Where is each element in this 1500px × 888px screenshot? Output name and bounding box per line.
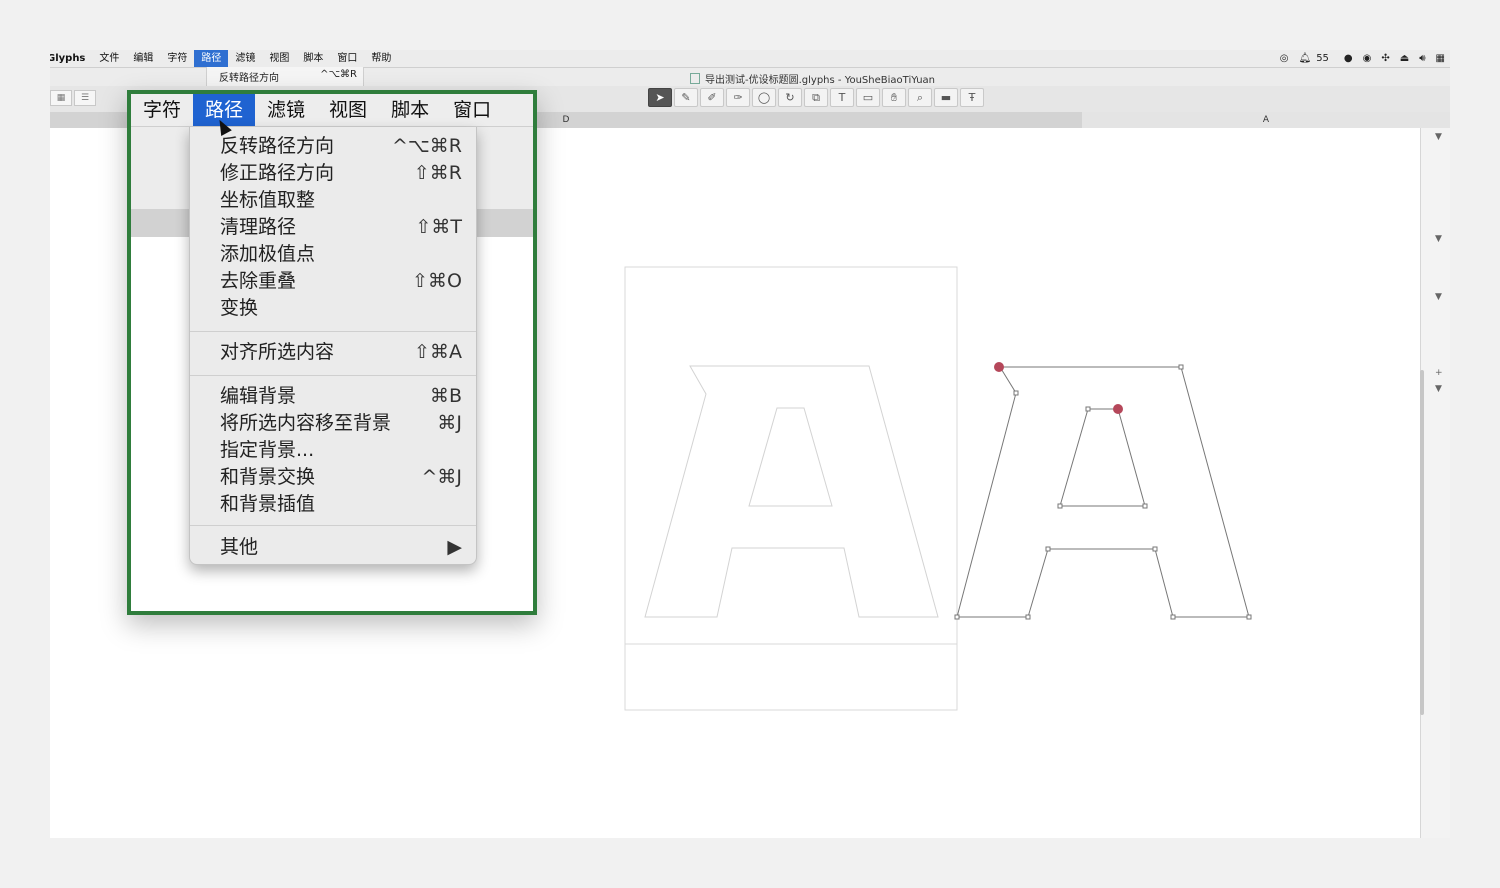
- zoom-menu-filter[interactable]: 滤镜: [255, 94, 317, 126]
- ellipse-icon[interactable]: ◯: [752, 88, 776, 107]
- input-method-icon[interactable]: ▦: [1436, 53, 1445, 64]
- notification-count: 55: [1316, 53, 1329, 64]
- menu-item-correct-path[interactable]: 修正路径方向 ⇧⌘R: [220, 160, 462, 187]
- menu-edit[interactable]: 编辑: [126, 50, 160, 67]
- scroll-thumb[interactable]: [1420, 370, 1424, 715]
- menu-item-transform[interactable]: 变换: [220, 295, 462, 322]
- menu-window[interactable]: 窗口: [330, 50, 364, 67]
- measure-icon[interactable]: ▬: [934, 88, 958, 107]
- path-nodes[interactable]: [954, 364, 1252, 620]
- start-node-counter[interactable]: [1113, 404, 1123, 414]
- zoom-menu-glyph[interactable]: 字符: [131, 94, 193, 126]
- rotate-icon[interactable]: ↻: [778, 88, 802, 107]
- creative-cloud-icon[interactable]: ●: [1344, 53, 1353, 64]
- menu-script[interactable]: 脚本: [296, 50, 330, 67]
- menu-item-remove-overlap[interactable]: 去除重叠 ⇧⌘O: [220, 268, 462, 295]
- annotation-icon[interactable]: ▭: [856, 88, 880, 107]
- menu-separator: [190, 525, 476, 526]
- view-toggles: ▦ ☰: [50, 90, 98, 106]
- tool-group: ➤ ✎ ✐ ✑ ◯ ↻ ⧉ T ▭ ✋︎ ⌕ ▬ Ŧ: [648, 88, 986, 107]
- right-panel-scrollbar[interactable]: ▼ ▼ ▼ + ▼: [1420, 128, 1450, 838]
- menu-separator: [190, 375, 476, 376]
- text-icon[interactable]: T: [830, 88, 854, 107]
- pencil-icon[interactable]: ✐: [700, 88, 724, 107]
- menu-item-tidy-paths[interactable]: 清理路径 ⇧⌘T: [220, 214, 462, 241]
- menu-app-name[interactable]: Glyphs: [50, 50, 92, 67]
- notification-icon[interactable]: 🔔︎ 55: [1298, 53, 1333, 64]
- submenu-arrow-icon: ▶: [447, 536, 462, 558]
- zoom-menu-window[interactable]: 窗口: [441, 94, 503, 126]
- document-icon: [690, 73, 700, 84]
- brush-icon[interactable]: ✑: [726, 88, 750, 107]
- chevron-down-icon[interactable]: ▼: [1435, 132, 1442, 142]
- menu-item-swap-background[interactable]: 和背景交换 ^⌘J: [220, 464, 462, 491]
- foreground-glyph-a[interactable]: [956, 366, 1250, 618]
- pen-icon[interactable]: ✎: [674, 88, 698, 107]
- chevron-down-icon[interactable]: ▼: [1435, 292, 1442, 302]
- menu-item-reverse-path[interactable]: 反转路径方向 ^⌥⌘R: [220, 133, 462, 160]
- path-menu-dropdown: 反转路径方向 ^⌥⌘R 修正路径方向 ⇧⌘R 坐标值取整 清理路径 ⇧⌘T 添加极值点…: [189, 127, 477, 565]
- menu-item-selection-to-background[interactable]: 将所选内容移至背景 ⌘J: [220, 410, 462, 437]
- grid-view-icon[interactable]: ▦: [50, 90, 72, 106]
- menu-item-edit-background[interactable]: 编辑背景 ⌘B: [220, 383, 462, 410]
- menu-item-other[interactable]: 其他 ▶: [220, 534, 462, 561]
- menu-filter[interactable]: 滤镜: [228, 50, 262, 67]
- mini-menu-item[interactable]: 反转路径方向 ^⌥⌘R: [207, 67, 363, 84]
- select-icon[interactable]: ➤: [648, 88, 672, 107]
- window-title: 导出测试-优设标题圆.glyphs - YouSheBiaoTiYuan: [690, 71, 935, 86]
- zoomed-callout: 字符 路径 滤镜 视图 脚本 窗口 反转路径方向 ^⌥⌘R 修正路径方向 ⇧⌘R 坐…: [127, 90, 537, 615]
- add-icon[interactable]: +: [1435, 368, 1443, 378]
- menu-item-align-selection[interactable]: 对齐所选内容 ⇧⌘A: [220, 339, 462, 366]
- scale-icon[interactable]: ⧉: [804, 88, 828, 107]
- zoom-menu-view[interactable]: 视图: [317, 94, 379, 126]
- airplay-icon[interactable]: ⏏: [1400, 53, 1409, 64]
- menu-glyph[interactable]: 字符: [160, 50, 194, 67]
- menu-separator: [190, 331, 476, 332]
- volume-icon[interactable]: 🔊︎: [1419, 53, 1425, 64]
- screenshot-frame: Glyphs 文件 编辑 字符 路径 滤镜 视图 脚本 窗口 帮助 ◎ 🔔︎ 55…: [50, 50, 1450, 838]
- menu-item-interpolate-background[interactable]: 和背景插值: [220, 491, 462, 518]
- menu-path[interactable]: 路径: [194, 50, 229, 67]
- hand-icon[interactable]: ✋︎: [882, 88, 906, 107]
- status-area: ◎ 🔔︎ 55 ● ◉ ✣ ⏏ 🔊︎ ▦: [1275, 50, 1450, 67]
- menu-item-round-coordinates[interactable]: 坐标值取整: [220, 187, 462, 214]
- sync-icon[interactable]: ◎: [1280, 53, 1289, 64]
- menubar: Glyphs 文件 编辑 字符 路径 滤镜 视图 脚本 窗口 帮助 ◎ 🔔︎ 55…: [50, 50, 1450, 68]
- menu-file[interactable]: 文件: [92, 50, 126, 67]
- text-tool-icon[interactable]: Ŧ: [960, 88, 984, 107]
- start-node-selected[interactable]: [994, 362, 1004, 372]
- chevron-down-icon[interactable]: ▼: [1435, 384, 1442, 394]
- background-glyph-a: [644, 365, 939, 618]
- menu-view[interactable]: 视图: [262, 50, 296, 67]
- zoomed-menubar: 字符 路径 滤镜 视图 脚本 窗口: [131, 94, 533, 127]
- zoom-icon[interactable]: ⌕: [908, 88, 932, 107]
- zoom-menu-script[interactable]: 脚本: [379, 94, 441, 126]
- gpu-icon[interactable]: ◉: [1363, 53, 1372, 64]
- menu-help[interactable]: 帮助: [364, 50, 398, 67]
- bluetooth-icon[interactable]: ✣: [1381, 53, 1389, 64]
- chevron-down-icon[interactable]: ▼: [1435, 234, 1442, 244]
- menu-item-add-extremes[interactable]: 添加极值点: [220, 241, 462, 268]
- menu-item-assign-background[interactable]: 指定背景...: [220, 437, 462, 464]
- list-view-icon[interactable]: ☰: [74, 90, 96, 106]
- tab-glyph-a[interactable]: A: [1082, 112, 1450, 128]
